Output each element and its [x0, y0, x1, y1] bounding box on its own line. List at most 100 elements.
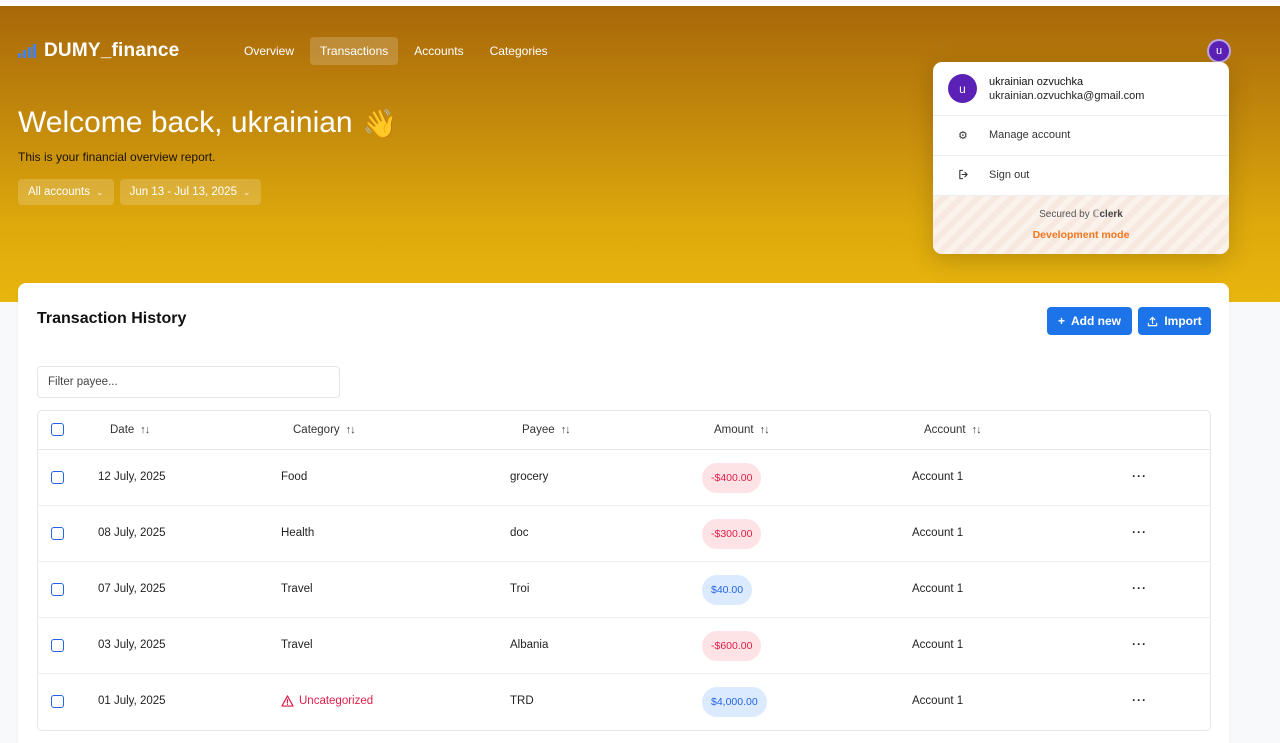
table-row: 03 July, 2025 Travel Albania -$600.00 Ac…	[38, 618, 1210, 674]
date-range-value: Jun 13 - Jul 13, 2025	[129, 186, 237, 198]
clerk-brand: clerk	[1099, 209, 1123, 220]
row-checkbox[interactable]	[51, 527, 64, 540]
cell-date: 03 July, 2025	[98, 639, 166, 651]
add-new-button[interactable]: + Add new	[1047, 307, 1132, 335]
account-filter-value: All accounts	[28, 186, 91, 198]
amount-badge: $40.00	[702, 575, 753, 605]
cell-category[interactable]: Travel	[281, 583, 313, 595]
gear-icon: ⚙	[958, 130, 968, 142]
user-email: ukrainian.ozvuchka@gmail.com	[989, 90, 1145, 102]
user-avatar-button[interactable]: u	[1207, 39, 1231, 63]
sign-out-icon	[958, 169, 969, 183]
cell-date: 01 July, 2025	[98, 695, 166, 707]
column-account[interactable]: Account ↑↓	[924, 424, 982, 436]
secured-by-label: Secured by	[1039, 209, 1090, 220]
cell-payee: grocery	[510, 471, 549, 483]
row-checkbox[interactable]	[51, 471, 64, 484]
row-checkbox[interactable]	[51, 639, 64, 652]
column-category[interactable]: Category ↑↓	[293, 424, 356, 436]
filter-payee-input[interactable]	[37, 366, 340, 398]
column-amount[interactable]: Amount ↑↓	[714, 424, 770, 436]
sort-icon: ↑↓	[560, 424, 571, 436]
waving-hand-icon: 👋	[362, 107, 398, 139]
card-title: Transaction History	[37, 310, 187, 327]
sort-icon: ↑↓	[759, 424, 770, 436]
import-label: Import	[1164, 314, 1202, 328]
manage-account-label: Manage account	[989, 129, 1071, 141]
app-logo[interactable]: DUMY_finance	[18, 40, 179, 62]
date-range-filter[interactable]: Jun 13 - Jul 13, 2025 ⌄	[119, 179, 261, 205]
cell-account[interactable]: Account 1	[912, 639, 963, 651]
cell-payee: Albania	[510, 639, 549, 651]
cell-account[interactable]: Account 1	[912, 527, 963, 539]
cell-payee: Troi	[510, 583, 530, 595]
plus-icon: +	[1057, 314, 1065, 328]
transactions-card: Transaction History + Add new Import Dat…	[18, 283, 1229, 743]
column-payee-label: Payee	[522, 424, 555, 436]
more-actions-icon[interactable]: ···	[1132, 693, 1147, 707]
cell-category[interactable]: Health	[281, 527, 314, 539]
sort-icon: ↑↓	[140, 424, 150, 436]
cell-category-uncategorized[interactable]: Uncategorized	[281, 695, 373, 707]
nav-categories[interactable]: Categories	[480, 37, 558, 65]
cell-date: 07 July, 2025	[98, 583, 166, 595]
cell-account[interactable]: Account 1	[912, 695, 963, 707]
filters-bar: All accounts ⌄ Jun 13 - Jul 13, 2025 ⌄	[18, 179, 261, 205]
nav-accounts[interactable]: Accounts	[404, 37, 473, 65]
transactions-table: Date ↑↓ Category ↑↓ Payee ↑↓ Amount ↑↓ Accou…	[37, 410, 1211, 731]
nav-transactions[interactable]: Transactions	[310, 37, 399, 65]
welcome-heading: Welcome back, ukrainian 👋	[18, 106, 397, 140]
table-row: 07 July, 2025 Travel Troi $40.00 Account…	[38, 562, 1210, 618]
logo-text: DUMY_finance	[44, 40, 180, 61]
import-button[interactable]: Import	[1138, 307, 1211, 335]
column-date[interactable]: Date ↑↓	[110, 424, 150, 436]
upload-icon	[1148, 316, 1158, 326]
cell-category[interactable]: Food	[281, 471, 307, 483]
column-amount-label: Amount	[714, 424, 754, 436]
more-actions-icon[interactable]: ···	[1132, 525, 1147, 539]
user-menu-avatar: u	[948, 74, 977, 103]
overview-subtitle: This is your financial overview report.	[18, 150, 216, 164]
user-menu-popover: u ukrainian ozvuchka ukrainian.ozvuchka@…	[933, 62, 1229, 254]
amount-badge: $4,000.00	[702, 687, 767, 717]
table-row: 12 July, 2025 Food grocery -$400.00 Acco…	[38, 450, 1210, 506]
cell-payee: doc	[510, 527, 529, 539]
add-new-label: Add new	[1071, 314, 1121, 328]
user-menu-header: u ukrainian ozvuchka ukrainian.ozvuchka@…	[933, 62, 1229, 116]
row-checkbox[interactable]	[51, 583, 64, 596]
bar-chart-icon	[18, 44, 36, 58]
more-actions-icon[interactable]: ···	[1132, 469, 1147, 483]
column-category-label: Category	[293, 424, 340, 436]
account-filter-select[interactable]: All accounts ⌄	[18, 179, 114, 205]
welcome-text: Welcome back, ukrainian	[18, 106, 353, 139]
sign-out-button[interactable]: Sign out	[933, 156, 1229, 196]
nav-overview[interactable]: Overview	[234, 37, 304, 65]
chevron-down-icon: ⌄	[96, 186, 104, 197]
table-header: Date ↑↓ Category ↑↓ Payee ↑↓ Amount ↑↓ Accou…	[38, 411, 1210, 450]
user-name: ukrainian ozvuchka	[989, 76, 1084, 88]
sign-out-label: Sign out	[989, 169, 1030, 181]
table-row: 01 July, 2025 Uncategorized TRD $4,000.0…	[38, 674, 1210, 730]
cell-date: 12 July, 2025	[98, 471, 166, 483]
secured-by-text[interactable]: Secured by ℂclerk	[933, 209, 1229, 220]
cell-payee: TRD	[510, 695, 534, 707]
column-payee[interactable]: Payee ↑↓	[522, 424, 571, 436]
row-checkbox[interactable]	[51, 695, 64, 708]
cell-account[interactable]: Account 1	[912, 583, 963, 595]
manage-account-button[interactable]: ⚙ Manage account	[933, 116, 1229, 156]
sort-icon: ↑↓	[345, 424, 356, 436]
user-menu-footer: Secured by ℂclerk Development mode	[933, 196, 1229, 254]
more-actions-icon[interactable]: ···	[1132, 581, 1147, 595]
amount-badge: -$300.00	[702, 519, 762, 549]
more-actions-icon[interactable]: ···	[1132, 637, 1147, 651]
select-all-checkbox[interactable]	[51, 423, 64, 436]
cell-category[interactable]: Travel	[281, 639, 313, 651]
uncategorized-label: Uncategorized	[299, 695, 374, 707]
warning-triangle-icon	[281, 695, 294, 707]
amount-badge: -$600.00	[702, 631, 762, 661]
cell-account[interactable]: Account 1	[912, 471, 963, 483]
clerk-logo-icon: ℂ	[1092, 209, 1100, 220]
main-nav: Overview Transactions Accounts Categorie…	[234, 37, 558, 65]
cell-date: 08 July, 2025	[98, 527, 166, 539]
sort-icon: ↑↓	[971, 424, 982, 436]
